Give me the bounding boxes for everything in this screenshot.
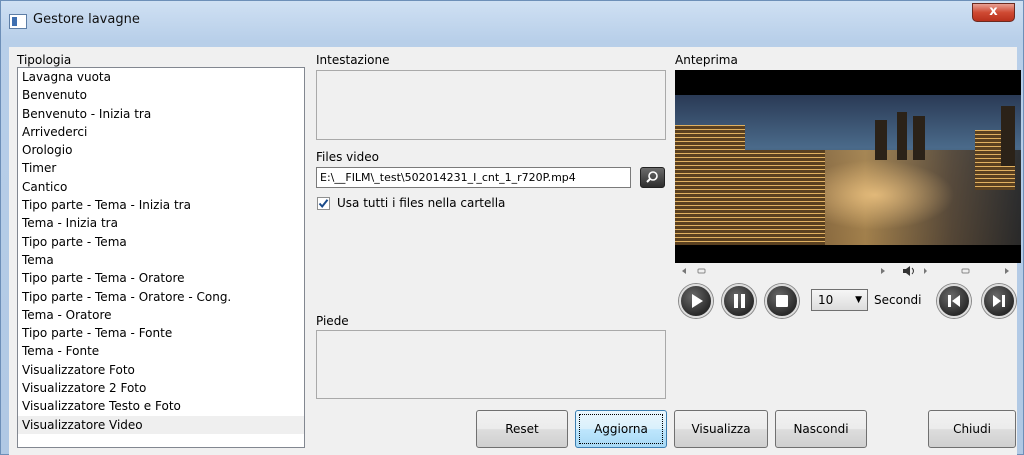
- piede-field[interactable]: [316, 330, 666, 399]
- skip-previous-icon: [948, 295, 960, 307]
- pause-icon: [734, 294, 745, 308]
- aggiorna-button[interactable]: Aggiorna: [575, 410, 667, 448]
- play-button[interactable]: [679, 284, 713, 318]
- nascondi-button[interactable]: Nascondi: [775, 410, 867, 448]
- stop-button[interactable]: [765, 284, 799, 318]
- list-item[interactable]: Tema - Inizia tra: [18, 214, 304, 232]
- app-icon: [9, 14, 27, 29]
- close-button[interactable]: x: [972, 3, 1015, 22]
- list-item[interactable]: Cantico: [18, 178, 304, 196]
- files-video-input[interactable]: E:\__FILM\_test\502014231_I_cnt_1_r720P.…: [316, 167, 631, 188]
- list-item[interactable]: Visualizzatore Testo e Foto: [18, 397, 304, 415]
- previous-button[interactable]: [937, 284, 971, 318]
- list-item[interactable]: Tipo parte - Tema - Oratore: [18, 269, 304, 287]
- visualizza-button[interactable]: Visualizza: [674, 410, 768, 448]
- list-item[interactable]: Visualizzatore Foto: [18, 361, 304, 379]
- seek-slider[interactable]: [682, 266, 712, 276]
- pause-button[interactable]: [722, 284, 756, 318]
- next-button[interactable]: [982, 284, 1016, 318]
- list-item[interactable]: Tema: [18, 251, 304, 269]
- window-title: Gestore lavagne: [33, 12, 140, 27]
- intestazione-label: Intestazione: [316, 53, 390, 67]
- list-item[interactable]: Tipo parte - Tema - Inizia tra: [18, 196, 304, 214]
- skip-next-icon: [993, 295, 1005, 307]
- intestazione-field[interactable]: [316, 70, 666, 140]
- video-preview: [675, 70, 1021, 263]
- list-item[interactable]: Tipo parte - Tema - Oratore - Cong.: [18, 288, 304, 306]
- list-item[interactable]: Benvenuto - Inizia tra: [18, 105, 304, 123]
- title-bar[interactable]: Gestore lavagne x: [1, 1, 1023, 47]
- list-item[interactable]: Orologio: [18, 141, 304, 159]
- seconds-label: Secondi: [874, 293, 922, 307]
- anteprima-label: Anteprima: [675, 53, 738, 67]
- list-item[interactable]: Benvenuto: [18, 86, 304, 104]
- tipologia-label: Tipologia: [17, 53, 72, 67]
- chevron-down-icon: ▼: [855, 295, 862, 305]
- seconds-combobox[interactable]: 10 ▼: [811, 289, 868, 311]
- usa-tutti-checkbox[interactable]: [317, 197, 330, 210]
- list-item[interactable]: Visualizzatore 2 Foto: [18, 379, 304, 397]
- list-item[interactable]: Arrivederci: [18, 123, 304, 141]
- usa-tutti-label: Usa tutti i files nella cartella: [337, 196, 506, 210]
- piede-label: Piede: [316, 314, 349, 328]
- list-item[interactable]: Tema - Fonte: [18, 342, 304, 360]
- volume-slider[interactable]: [881, 266, 1011, 276]
- search-icon: [646, 171, 658, 183]
- list-item[interactable]: Lavagna vuota: [18, 68, 304, 86]
- list-item[interactable]: Tipo parte - Tema - Fonte: [18, 324, 304, 342]
- chiudi-button[interactable]: Chiudi: [928, 410, 1016, 448]
- speaker-icon: [903, 266, 914, 276]
- checkmark-icon: [318, 199, 329, 209]
- list-item[interactable]: Timer: [18, 159, 304, 177]
- list-item[interactable]: Visualizzatore Video: [18, 415, 304, 434]
- stop-icon: [776, 295, 788, 307]
- list-item[interactable]: Tema - Oratore: [18, 306, 304, 324]
- list-item[interactable]: Tipo parte - Tema: [18, 233, 304, 251]
- browse-button[interactable]: [640, 167, 665, 188]
- reset-button[interactable]: Reset: [476, 410, 568, 448]
- tipologia-listbox[interactable]: Lavagna vuota Benvenuto Benvenuto - Inizia…: [17, 67, 305, 448]
- play-icon: [692, 294, 703, 308]
- seconds-value: 10: [818, 293, 834, 307]
- files-video-label: Files video: [316, 150, 379, 164]
